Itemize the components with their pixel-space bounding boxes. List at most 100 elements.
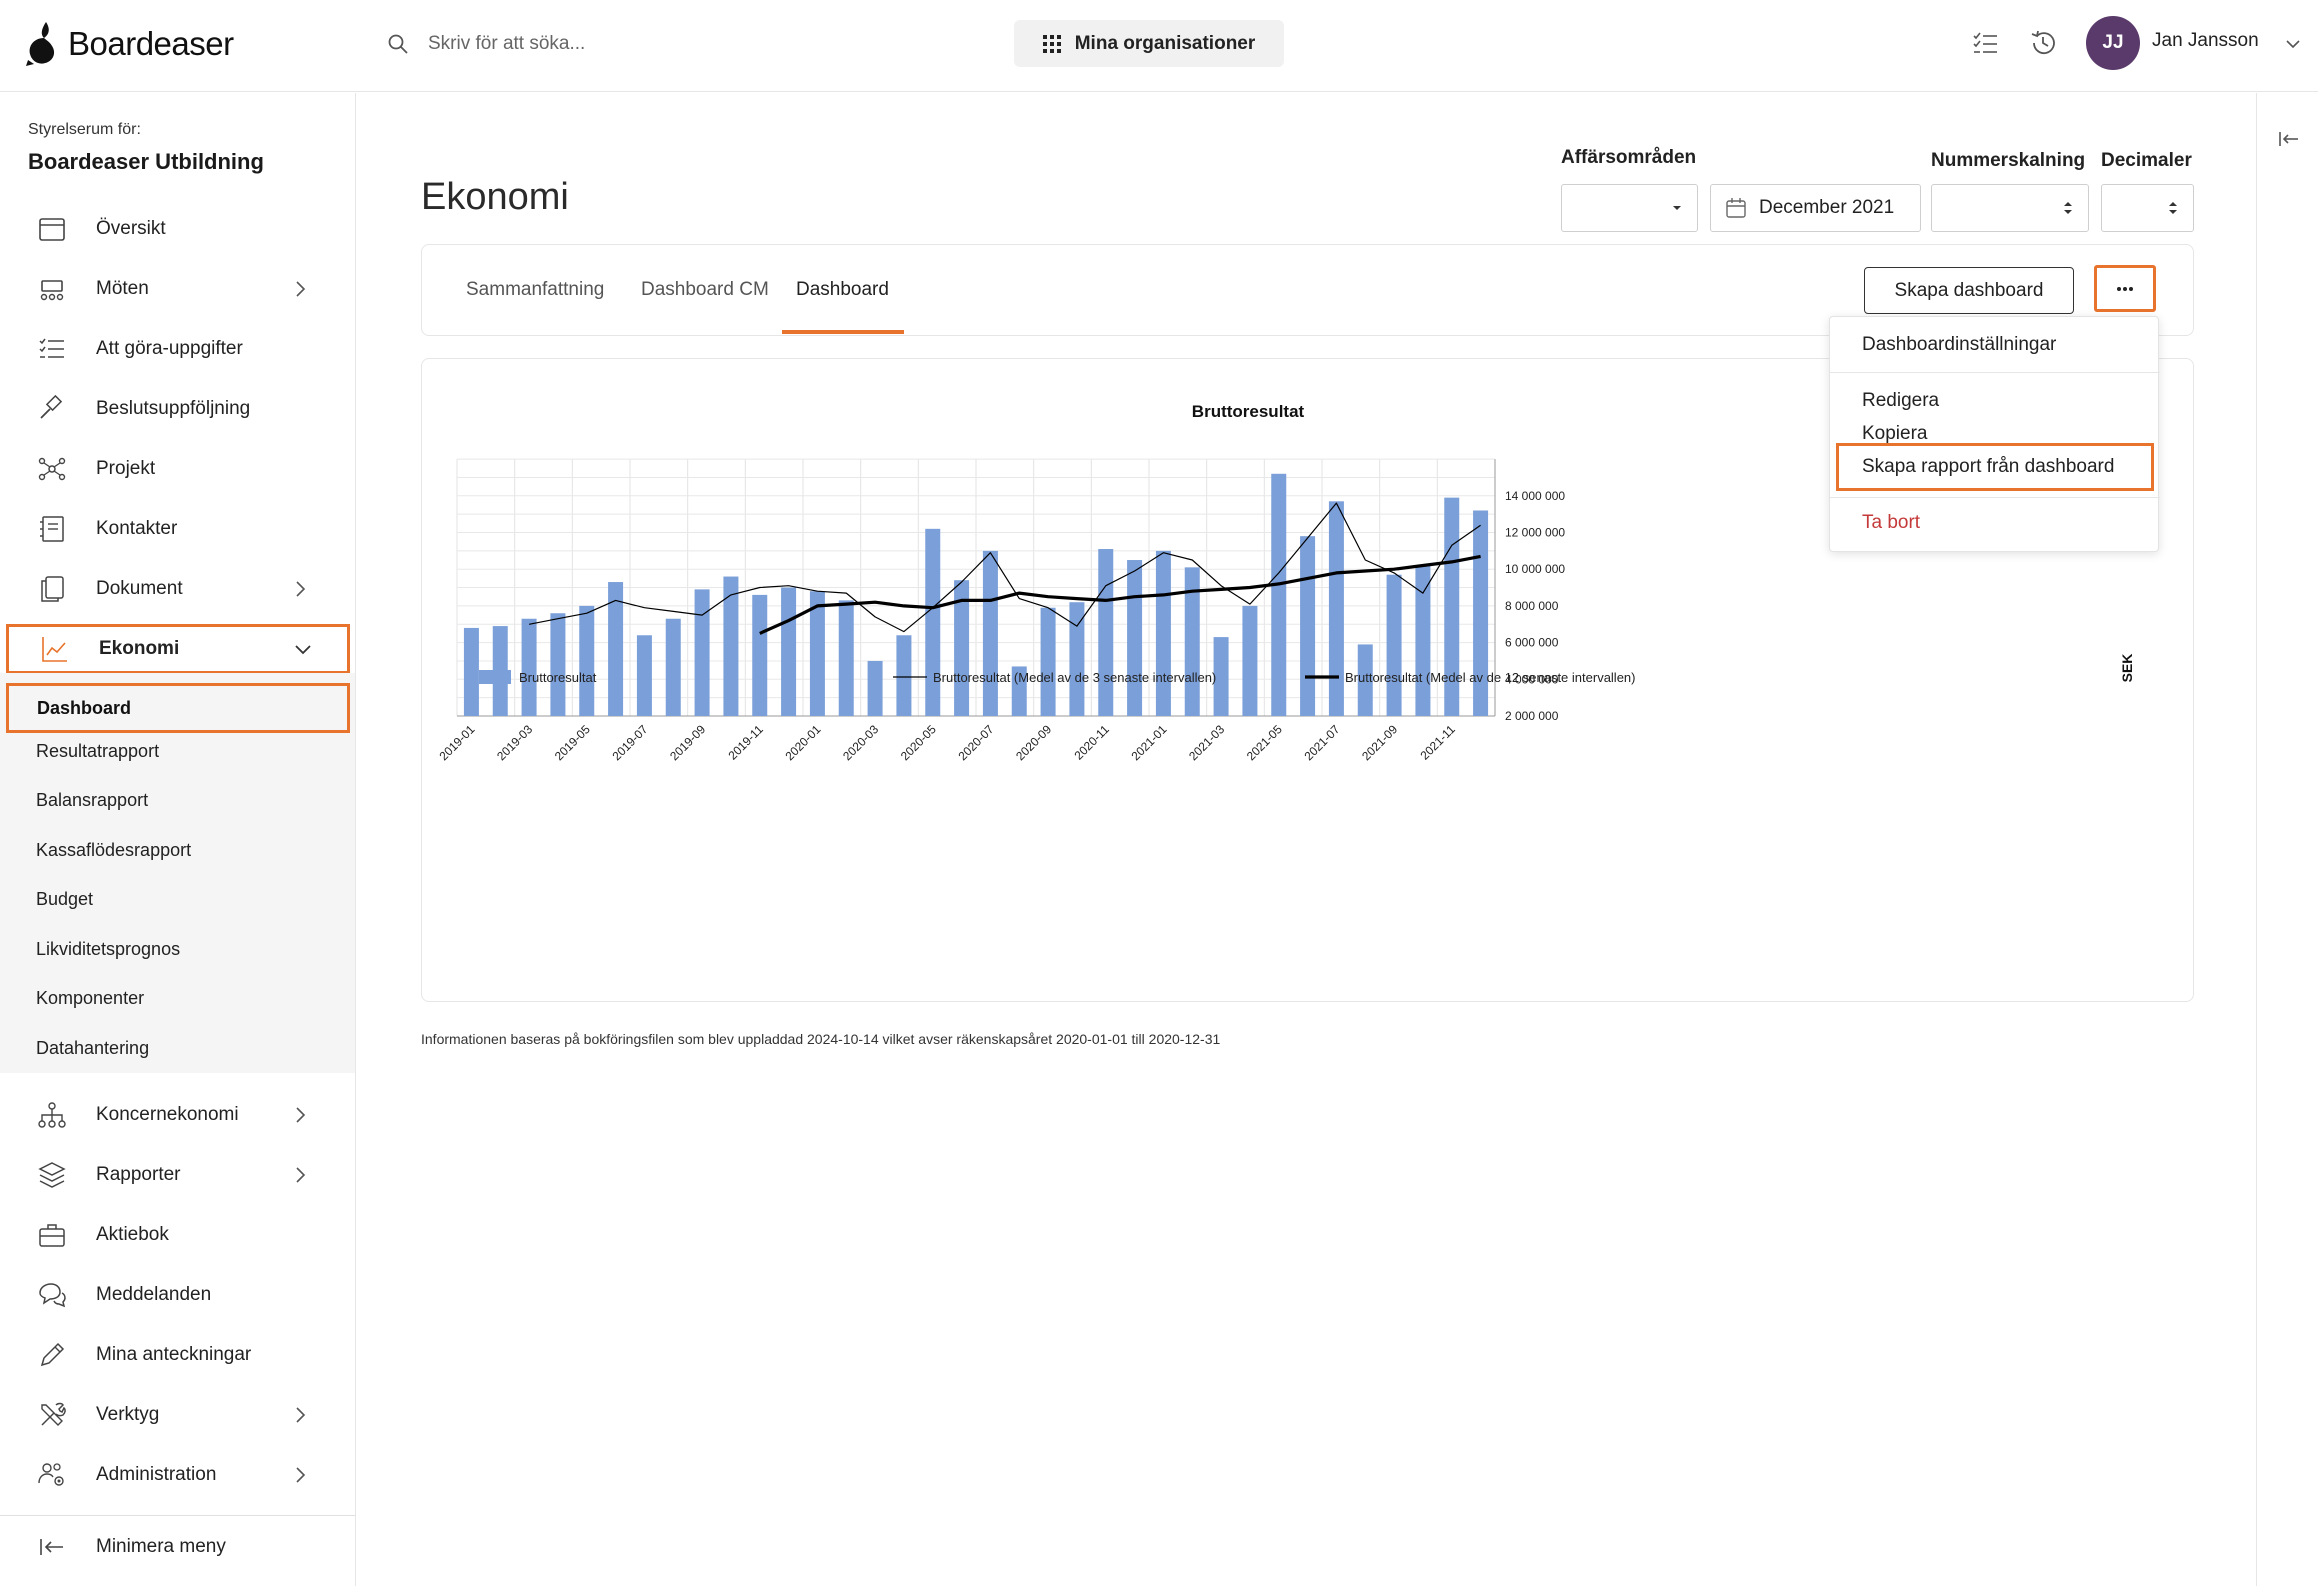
chart-series-line [759, 554, 1481, 635]
chevron-right-icon [296, 1467, 306, 1483]
decimaler-select[interactable] [2101, 184, 2194, 232]
chart-bar [1473, 510, 1489, 716]
sidebar-item-verktyg[interactable]: Verktyg [0, 1385, 356, 1445]
collapse-left-icon[interactable] [2277, 127, 2301, 151]
sidebar-item-rapporter[interactable]: Rapporter [0, 1145, 356, 1205]
menu-item-kopiera[interactable]: Kopiera [1862, 423, 1928, 445]
logo[interactable]: Boardeaser [24, 14, 234, 74]
chevron-right-icon [296, 281, 306, 297]
tools-icon [41, 1402, 66, 1426]
chart-x-tick-label: 2019-05 [552, 722, 593, 763]
decimaler-label: Decimaler [2101, 150, 2192, 171]
submenu-item-komponenter[interactable]: Komponenter [36, 988, 144, 1009]
chart-bar [521, 618, 537, 716]
submenu-item-balansrapport[interactable]: Balansrapport [36, 790, 148, 811]
search-box[interactable] [386, 24, 728, 64]
affarsomraden-label: Affärsområden [1561, 147, 1697, 168]
menu-item-skapa-rapport[interactable]: Skapa rapport från dashboard [1862, 456, 2114, 478]
sidebar-item-label: Verktyg [96, 1404, 160, 1425]
minimize-menu-label: Minimera meny [96, 1536, 226, 1557]
sidebar-item-att-gora[interactable]: Att göra-uppgifter [0, 319, 356, 379]
ekonomi-submenu [0, 673, 355, 1073]
caret-down-icon [1673, 206, 1681, 210]
chart-bar [1328, 501, 1344, 716]
organizations-button[interactable]: Mina organisationer [1014, 20, 1284, 67]
search-icon [388, 34, 408, 54]
chart-bar [636, 635, 652, 716]
search-input[interactable] [428, 33, 728, 55]
chart-bar [665, 618, 681, 716]
sidebar-item-aktiebok[interactable]: Aktiebok [0, 1205, 356, 1265]
avatar[interactable]: JJ [2086, 16, 2140, 70]
chart-title: Bruttoresultat [1192, 402, 1305, 421]
menu-item-dashboard-settings[interactable]: Dashboardinställningar [1862, 334, 2056, 356]
sidebar-item-dokument[interactable]: Dokument [0, 559, 356, 619]
more-options-button[interactable] [2094, 265, 2156, 312]
tab-sammanfattning[interactable]: Sammanfattning [466, 279, 604, 301]
organizations-label: Mina organisationer [1074, 32, 1256, 54]
sidebar-item-label: Meddelanden [96, 1284, 212, 1305]
tasks-icon[interactable] [1970, 28, 2000, 58]
chart-x-tick-label: 2021-09 [1359, 722, 1400, 763]
chart-bar [896, 635, 912, 716]
user-name[interactable]: Jan Jansson [2152, 30, 2259, 52]
chevron-down-icon[interactable] [2283, 34, 2303, 54]
chart-y-tick-label: 8 000 000 [1505, 599, 1559, 613]
legend-label: Bruttoresultat (Medel av de 3 senaste in… [933, 670, 1216, 685]
tab-dashboard[interactable]: Dashboard [796, 279, 889, 301]
menu-item-ta-bort[interactable]: Ta bort [1862, 512, 1920, 534]
tab-dashboard-cm[interactable]: Dashboard CM [641, 279, 769, 301]
chart-x-tick-label: 2020-05 [898, 722, 939, 763]
sidebar-item-label: Administration [96, 1464, 217, 1485]
period-picker[interactable]: December 2021 [1710, 184, 1921, 232]
sidebar-item-ekonomi[interactable]: Ekonomi [6, 624, 350, 674]
meeting-icon [40, 280, 64, 301]
chevron-right-icon [296, 1107, 306, 1123]
sidebar-item-projekt[interactable]: Projekt [0, 439, 356, 499]
chart-bar [752, 594, 768, 716]
briefcase-icon [39, 1224, 65, 1247]
boardroom-subtitle: Styrelserum för: [28, 121, 141, 138]
history-icon[interactable] [2028, 28, 2058, 58]
submenu-item-budget[interactable]: Budget [36, 889, 93, 910]
sidebar-item-moten[interactable]: Möten [0, 259, 356, 319]
chart-bar [1127, 560, 1143, 716]
chevron-right-icon [296, 1407, 306, 1423]
hierarchy-icon [38, 1102, 66, 1128]
affarsomraden-select[interactable] [1561, 184, 1698, 232]
sidebar-item-administration[interactable]: Administration [0, 1445, 356, 1505]
nummerskalning-select[interactable] [1931, 184, 2089, 232]
chat-icon [39, 1283, 66, 1308]
sidebar-item-label: Aktiebok [96, 1224, 169, 1245]
chart-x-tick-label: 2019-01 [436, 722, 477, 763]
sidebar-item-koncernekonomi[interactable]: Koncernekonomi [0, 1085, 356, 1145]
sidebar-divider [0, 1515, 355, 1516]
submenu-item-resultatrapport[interactable]: Resultatrapport [36, 741, 159, 762]
submenu-item-datahantering[interactable]: Datahantering [36, 1038, 149, 1059]
sidebar-item-beslutsuppfoljning[interactable]: Beslutsuppföljning [0, 379, 356, 439]
submenu-item-kassaflodesrapport[interactable]: Kassaflödesrapport [36, 840, 191, 861]
sidebar-item-mina-anteckningar[interactable]: Mina anteckningar [0, 1325, 356, 1385]
chart-bar [463, 627, 479, 716]
chart-bar [579, 605, 595, 716]
submenu-item-dashboard[interactable]: Dashboard [6, 683, 350, 733]
layers-icon [38, 1162, 66, 1188]
sort-caret-icon [2169, 202, 2177, 214]
sidebar-item-label: Beslutsuppföljning [96, 398, 251, 419]
chevron-down-icon [295, 645, 311, 655]
logo-text: Boardeaser [68, 25, 234, 62]
sidebar-item-label: Rapporter [96, 1164, 181, 1185]
chart-bar [723, 576, 739, 716]
minimize-menu-button[interactable]: Minimera meny [0, 1517, 356, 1577]
create-dashboard-button[interactable]: Skapa dashboard [1864, 267, 2074, 314]
sidebar-item-meddelanden[interactable]: Meddelanden [0, 1265, 356, 1325]
chevron-right-icon [296, 581, 306, 597]
submenu-item-likviditetsprognos[interactable]: Likviditetsprognos [36, 939, 180, 960]
info-note: Informationen baseras på bokföringsfilen… [421, 1031, 1221, 1047]
menu-item-redigera[interactable]: Redigera [1862, 390, 1939, 412]
chart-x-tick-label: 2019-11 [725, 722, 766, 763]
sidebar-item-kontakter[interactable]: Kontakter [0, 499, 356, 559]
page-title: Ekonomi [421, 176, 569, 218]
sidebar-item-label: Att göra-uppgifter [96, 338, 243, 359]
sidebar-item-oversikt[interactable]: Översikt [0, 199, 356, 259]
